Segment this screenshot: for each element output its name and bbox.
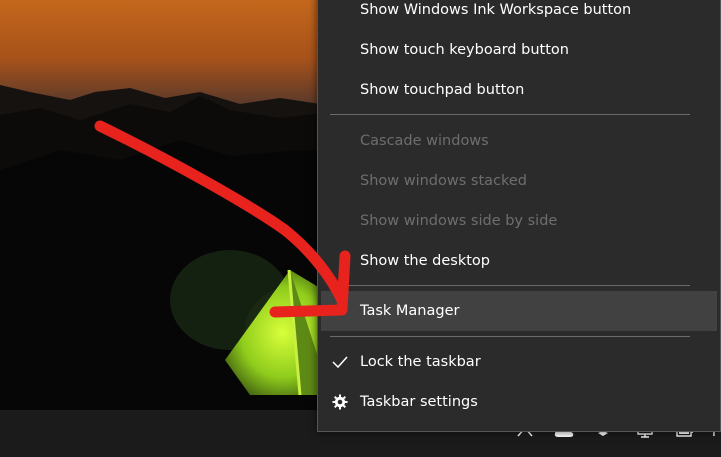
menu-item-label: Task Manager: [360, 303, 460, 319]
menu-item-label: Show touchpad button: [360, 82, 525, 98]
menu-item-label: Cascade windows: [360, 133, 489, 149]
menu-item-label: Show touch keyboard button: [360, 42, 569, 58]
menu-item-label: Show windows side by side: [360, 213, 558, 229]
menu-item-cascade-windows: Cascade windows: [318, 122, 720, 160]
menu-item-show-touchpad[interactable]: Show touchpad button: [318, 71, 720, 109]
menu-item-show-windows-side-by-side: Show windows side by side: [318, 202, 720, 240]
gear-icon: [332, 394, 348, 410]
menu-separator: [330, 285, 690, 286]
menu-item-show-desktop[interactable]: Show the desktop: [318, 242, 720, 280]
checkmark-icon: [332, 354, 348, 370]
menu-item-task-manager[interactable]: Task Manager: [321, 291, 717, 331]
menu-item-label: Show the desktop: [360, 253, 490, 269]
menu-item-taskbar-settings[interactable]: Taskbar settings: [318, 383, 720, 421]
menu-item-show-windows-stacked: Show windows stacked: [318, 162, 720, 200]
menu-item-show-ink-workspace[interactable]: Show Windows Ink Workspace button: [318, 0, 720, 29]
menu-separator: [330, 114, 690, 115]
menu-item-show-touch-keyboard[interactable]: Show touch keyboard button: [318, 31, 720, 69]
menu-item-label: Lock the taskbar: [360, 354, 481, 370]
taskbar-context-menu: Show Windows Ink Workspace button Show t…: [317, 0, 721, 432]
menu-item-label: Show Windows Ink Workspace button: [360, 2, 632, 18]
menu-item-label: Show windows stacked: [360, 173, 528, 189]
menu-separator: [330, 336, 690, 337]
menu-item-label: Taskbar settings: [360, 394, 478, 410]
menu-item-lock-taskbar[interactable]: Lock the taskbar: [318, 343, 720, 381]
